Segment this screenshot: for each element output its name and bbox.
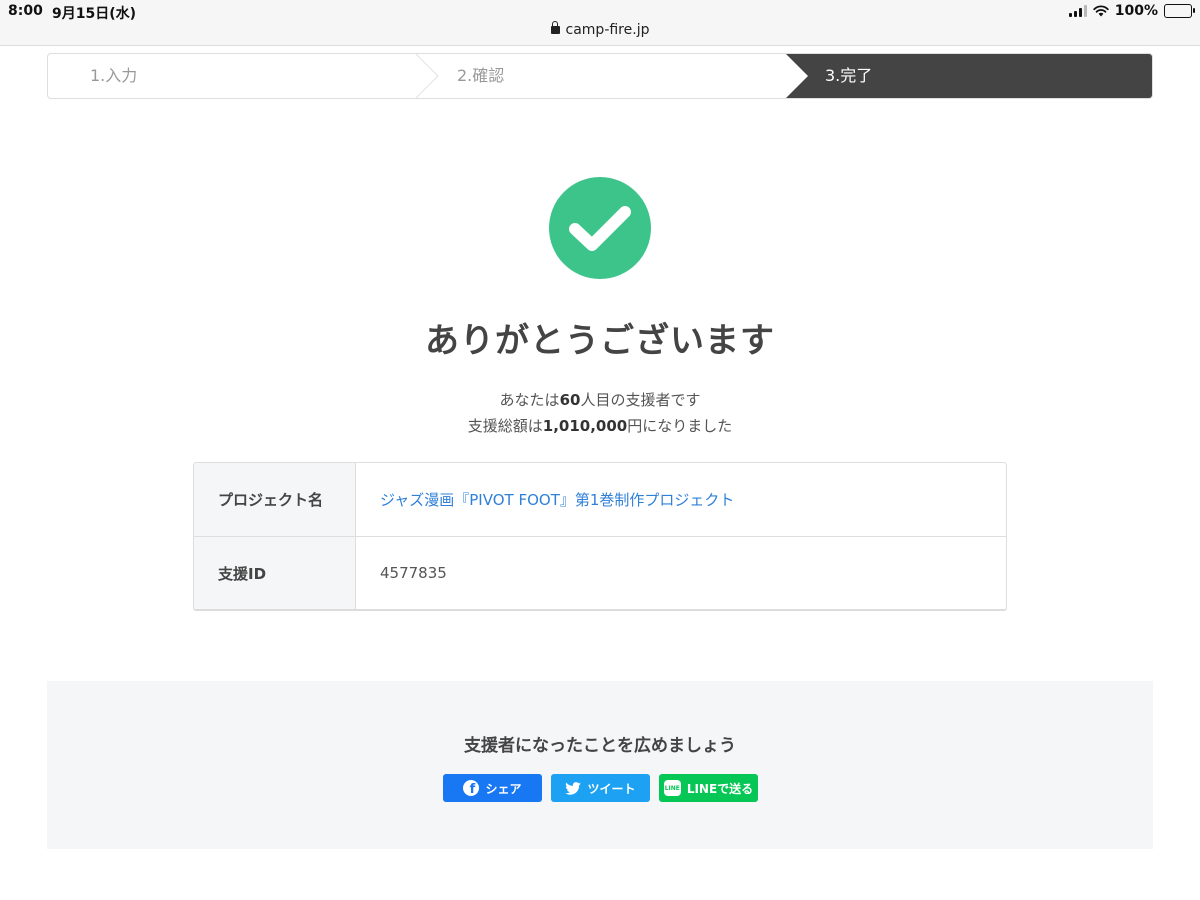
url-text: camp-fire.jp: [565, 22, 650, 38]
total-amount-message: 支援総額は1,010,000円になりました: [0, 415, 1200, 436]
share-section: 支援者になったことを広めましょう f シェア ツイート LINE LINEで送る: [47, 681, 1153, 849]
twitter-tweet-label: ツイート: [587, 781, 636, 796]
step-label: 3.完了: [825, 66, 873, 85]
step-label: 1.入力: [90, 66, 138, 85]
total-amount: 1,010,000: [542, 417, 628, 435]
support-details-table: プロジェクト名 ジャズ漫画『PIVOT FOOT』第1巻制作プロジェクト 支援I…: [193, 462, 1007, 611]
message-text: あなたは: [499, 391, 560, 409]
support-id-label: 支援ID: [194, 537, 356, 609]
facebook-share-button[interactable]: f シェア: [443, 774, 542, 802]
step-separator-icon: [416, 54, 439, 98]
project-name-label: プロジェクト名: [194, 463, 356, 536]
message-text: 支援総額は: [467, 417, 543, 435]
address-bar[interactable]: camp-fire.jp: [0, 21, 1200, 38]
line-icon: LINE: [663, 780, 681, 796]
wifi-icon: [1093, 5, 1109, 17]
step-confirm: 2.確認: [457, 54, 777, 98]
status-date: 9月15日(水): [52, 6, 137, 22]
step-complete: 3.完了: [786, 54, 1152, 98]
lock-icon: [550, 21, 560, 34]
thank-you-title: ありがとうございます: [425, 321, 775, 361]
share-buttons: f シェア ツイート LINE LINEで送る: [443, 774, 758, 802]
table-row: プロジェクト名 ジャズ漫画『PIVOT FOOT』第1巻制作プロジェクト: [194, 463, 1006, 536]
status-indicators: 100%: [1068, 3, 1195, 19]
support-id-value: 4577835: [380, 564, 447, 582]
table-row: 支援ID 4577835: [194, 536, 1006, 609]
line-send-button[interactable]: LINE LINEで送る: [659, 774, 758, 802]
share-title: 支援者になったことを広めましょう: [464, 736, 736, 756]
battery-icon: [1164, 4, 1195, 18]
step-label: 2.確認: [457, 66, 505, 85]
message-text: 人目の支援者です: [580, 391, 701, 409]
supporter-count: 60: [559, 391, 581, 409]
status-time: 8:00: [8, 3, 43, 19]
step-separator-icon: [786, 54, 808, 98]
facebook-icon: f: [463, 780, 480, 796]
cellular-signal-icon: [1068, 5, 1087, 17]
progress-steps: 1.入力 2.確認 3.完了: [47, 53, 1153, 99]
battery-percent: 100%: [1114, 3, 1158, 19]
step-input: 1.入力: [90, 54, 420, 98]
message-text: 円になりました: [627, 417, 733, 435]
supporter-count-message: あなたは60人目の支援者です: [0, 389, 1200, 410]
project-link[interactable]: ジャズ漫画『PIVOT FOOT』第1巻制作プロジェクト: [380, 489, 734, 510]
browser-status-bar: 8:00 9月15日(水) 100% camp-fire.jp: [0, 0, 1200, 46]
project-name-cell: ジャズ漫画『PIVOT FOOT』第1巻制作プロジェクト: [356, 463, 1006, 536]
facebook-share-label: シェア: [485, 781, 522, 796]
twitter-icon: [565, 781, 582, 795]
check-circle-icon: [549, 177, 651, 279]
line-send-label: LINEで送る: [686, 781, 754, 796]
twitter-tweet-button[interactable]: ツイート: [551, 774, 650, 802]
